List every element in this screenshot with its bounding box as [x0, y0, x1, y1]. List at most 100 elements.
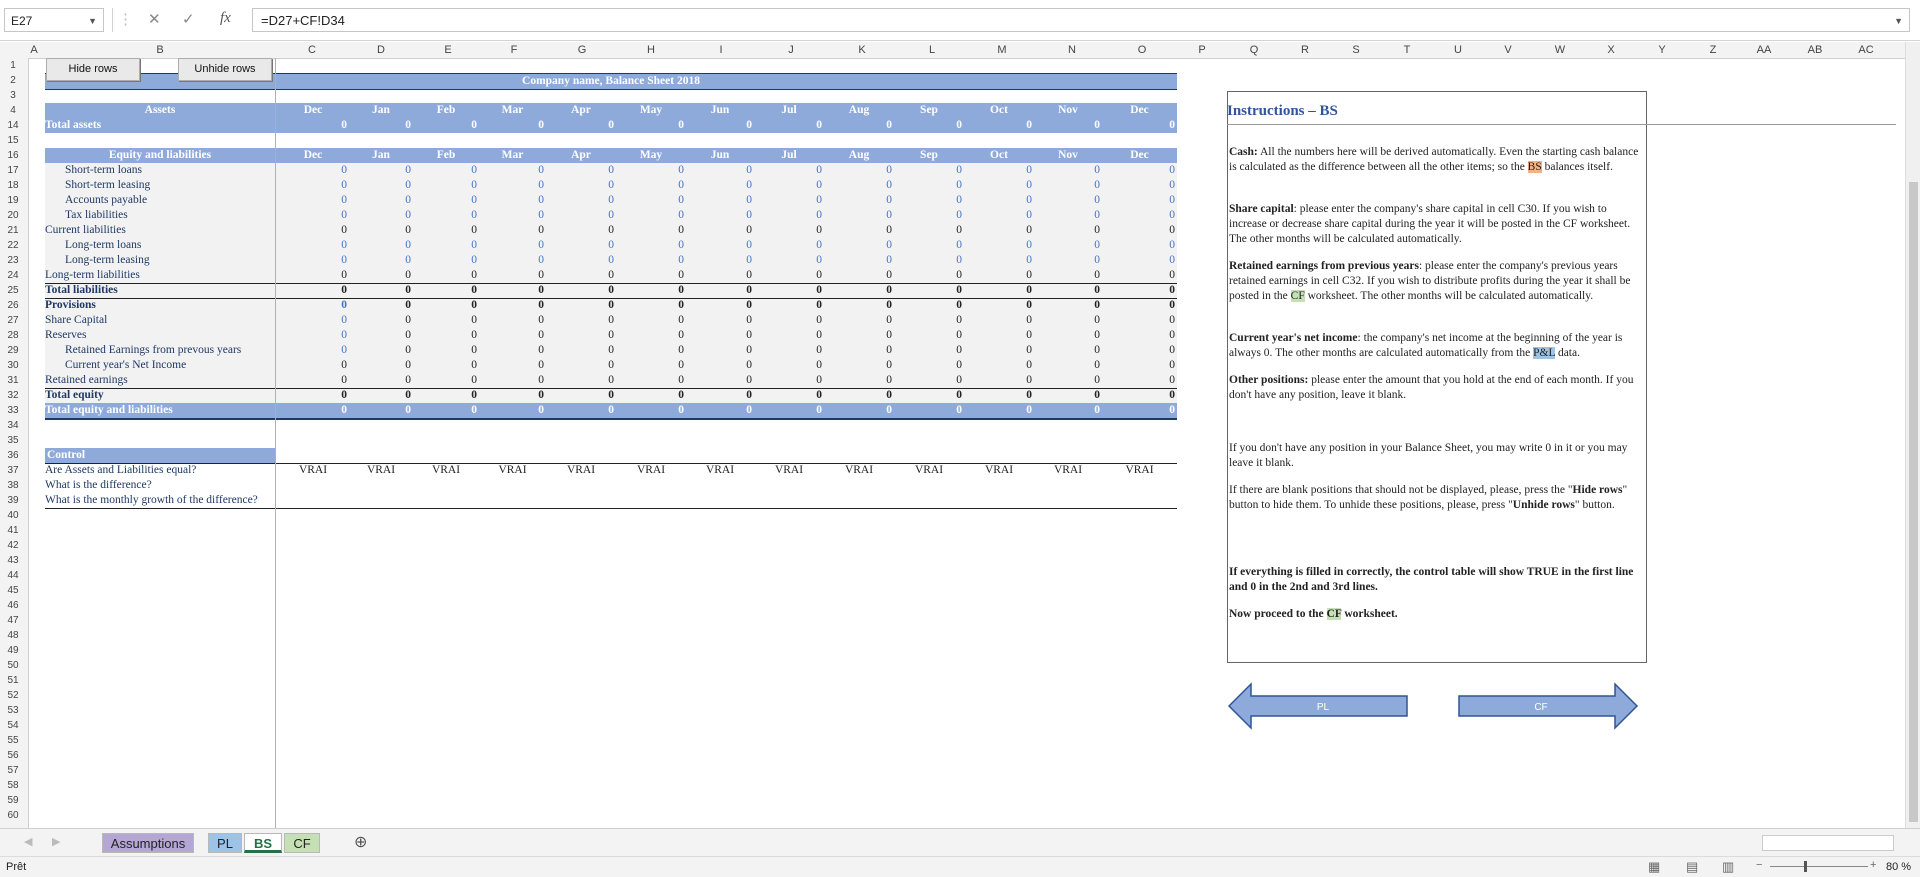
value-cell[interactable]: 0 — [754, 163, 824, 178]
value-cell[interactable]: 0 — [413, 298, 479, 313]
column-header-g[interactable]: G — [562, 42, 602, 58]
value-cell[interactable]: 0 — [686, 208, 754, 223]
value-cell[interactable]: 0 — [824, 268, 894, 283]
row-header-33[interactable]: 33 — [0, 403, 26, 418]
value-cell[interactable]: 0 — [894, 238, 964, 253]
column-header-c[interactable]: C — [292, 42, 332, 58]
value-cell[interactable]: 0 — [754, 253, 824, 268]
row-header-37[interactable]: 37 — [0, 463, 26, 478]
value-cell[interactable]: 0 — [754, 343, 824, 358]
normal-view-icon[interactable]: ▦ — [1648, 859, 1660, 875]
column-header-h[interactable]: H — [631, 42, 671, 58]
value-cell[interactable]: 0 — [686, 388, 754, 403]
row-header-56[interactable]: 56 — [0, 748, 26, 763]
nav-arrow-cf[interactable]: CF — [1457, 682, 1639, 730]
vertical-scrollbar[interactable] — [1905, 42, 1920, 828]
value-cell[interactable]: 0 — [964, 238, 1034, 253]
column-header-y[interactable]: Y — [1642, 42, 1682, 58]
value-cell[interactable]: 0 — [964, 178, 1034, 193]
sheet-tab-assumptions[interactable]: Assumptions — [102, 833, 194, 853]
value-cell[interactable]: 0 — [824, 193, 894, 208]
row-header-58[interactable]: 58 — [0, 778, 26, 793]
value-cell[interactable]: 0 — [1102, 223, 1177, 238]
row-header-23[interactable]: 23 — [0, 253, 26, 268]
value-cell[interactable]: 0 — [277, 178, 349, 193]
total-assets-label[interactable]: Total assets — [45, 118, 275, 133]
row-header-42[interactable]: 42 — [0, 538, 26, 553]
total-assets-jul-7[interactable]: 0 — [754, 118, 824, 133]
control-value[interactable] — [894, 478, 964, 493]
total-assets-feb-2[interactable]: 0 — [413, 118, 479, 133]
control-value[interactable] — [754, 493, 824, 508]
value-cell[interactable]: 0 — [413, 208, 479, 223]
value-cell[interactable]: 0 — [546, 328, 616, 343]
value-cell[interactable]: 0 — [1102, 193, 1177, 208]
row-header-44[interactable]: 44 — [0, 568, 26, 583]
value-cell[interactable]: 0 — [686, 178, 754, 193]
value-cell[interactable]: 0 — [754, 313, 824, 328]
row-header-46[interactable]: 46 — [0, 598, 26, 613]
value-cell[interactable]: 0 — [479, 268, 546, 283]
value-cell[interactable]: 0 — [964, 223, 1034, 238]
value-cell[interactable]: 0 — [1102, 328, 1177, 343]
value-cell[interactable]: 0 — [1034, 238, 1102, 253]
value-cell[interactable]: 0 — [824, 178, 894, 193]
row-header-30[interactable]: 30 — [0, 358, 26, 373]
equity-header[interactable]: Equity and liabilities — [45, 148, 275, 163]
row-header-39[interactable]: 39 — [0, 493, 26, 508]
value-cell[interactable]: 0 — [754, 328, 824, 343]
row-label[interactable]: Provisions — [45, 298, 275, 313]
row-label[interactable]: Long-term liabilities — [45, 268, 275, 283]
value-cell[interactable]: 0 — [894, 283, 964, 298]
value-cell[interactable]: 0 — [277, 223, 349, 238]
row-header-45[interactable]: 45 — [0, 583, 26, 598]
chevron-down-icon[interactable]: ▼ — [1894, 9, 1903, 33]
control-value[interactable] — [686, 493, 754, 508]
value-cell[interactable]: 0 — [479, 208, 546, 223]
sheet-tab-bs[interactable]: BS — [244, 833, 282, 853]
check-icon[interactable]: ✓ — [182, 10, 195, 28]
value-cell[interactable]: 0 — [616, 178, 686, 193]
row-label[interactable]: Current liabilities — [45, 223, 275, 238]
row-header-4[interactable]: 4 — [0, 103, 26, 118]
value-cell[interactable]: 0 — [1034, 268, 1102, 283]
arrow-right-shape[interactable] — [1458, 682, 1639, 730]
value-cell[interactable]: 0 — [894, 313, 964, 328]
row-header-31[interactable]: 31 — [0, 373, 26, 388]
value-cell[interactable]: 0 — [277, 313, 349, 328]
value-cell[interactable]: 0 — [894, 253, 964, 268]
row-header-28[interactable]: 28 — [0, 328, 26, 343]
row-header-24[interactable]: 24 — [0, 268, 26, 283]
sheet-tab-pl[interactable]: PL — [208, 833, 242, 853]
value-cell[interactable]: 0 — [824, 223, 894, 238]
value-cell[interactable]: 0 — [754, 178, 824, 193]
value-cell[interactable]: 0 — [1102, 268, 1177, 283]
column-header-u[interactable]: U — [1438, 42, 1478, 58]
value-cell[interactable]: 0 — [616, 298, 686, 313]
value-cell[interactable]: 0 — [686, 283, 754, 298]
row-header-17[interactable]: 17 — [0, 163, 26, 178]
value-cell[interactable]: 0 — [1034, 163, 1102, 178]
value-cell[interactable]: 0 — [754, 298, 824, 313]
value-cell[interactable]: 0 — [413, 178, 479, 193]
value-cell[interactable]: 0 — [277, 208, 349, 223]
control-value[interactable]: VRAI — [686, 463, 754, 478]
value-cell[interactable]: 0 — [479, 343, 546, 358]
control-value[interactable]: VRAI — [1034, 463, 1102, 478]
control-value[interactable] — [964, 493, 1034, 508]
row-label[interactable]: Short-term leasing — [65, 178, 275, 193]
control-value[interactable]: VRAI — [479, 463, 546, 478]
total-eq-liab-jul-7[interactable]: 0 — [754, 403, 824, 418]
row-label[interactable]: Retained Earnings from prevous years — [65, 343, 275, 358]
scroll-right-icon[interactable]: ▶ — [52, 835, 60, 848]
month-header-5[interactable]: May — [616, 148, 686, 163]
control-value[interactable] — [479, 493, 546, 508]
column-header-o[interactable]: O — [1122, 42, 1162, 58]
column-header-q[interactable]: Q — [1234, 42, 1274, 58]
value-cell[interactable]: 0 — [616, 208, 686, 223]
row-label[interactable]: Total liabilities — [45, 283, 275, 298]
add-sheet-icon[interactable]: ⊕ — [354, 832, 367, 852]
row-header-26[interactable]: 26 — [0, 298, 26, 313]
control-question[interactable]: What is the difference? — [45, 478, 275, 493]
value-cell[interactable]: 0 — [824, 163, 894, 178]
